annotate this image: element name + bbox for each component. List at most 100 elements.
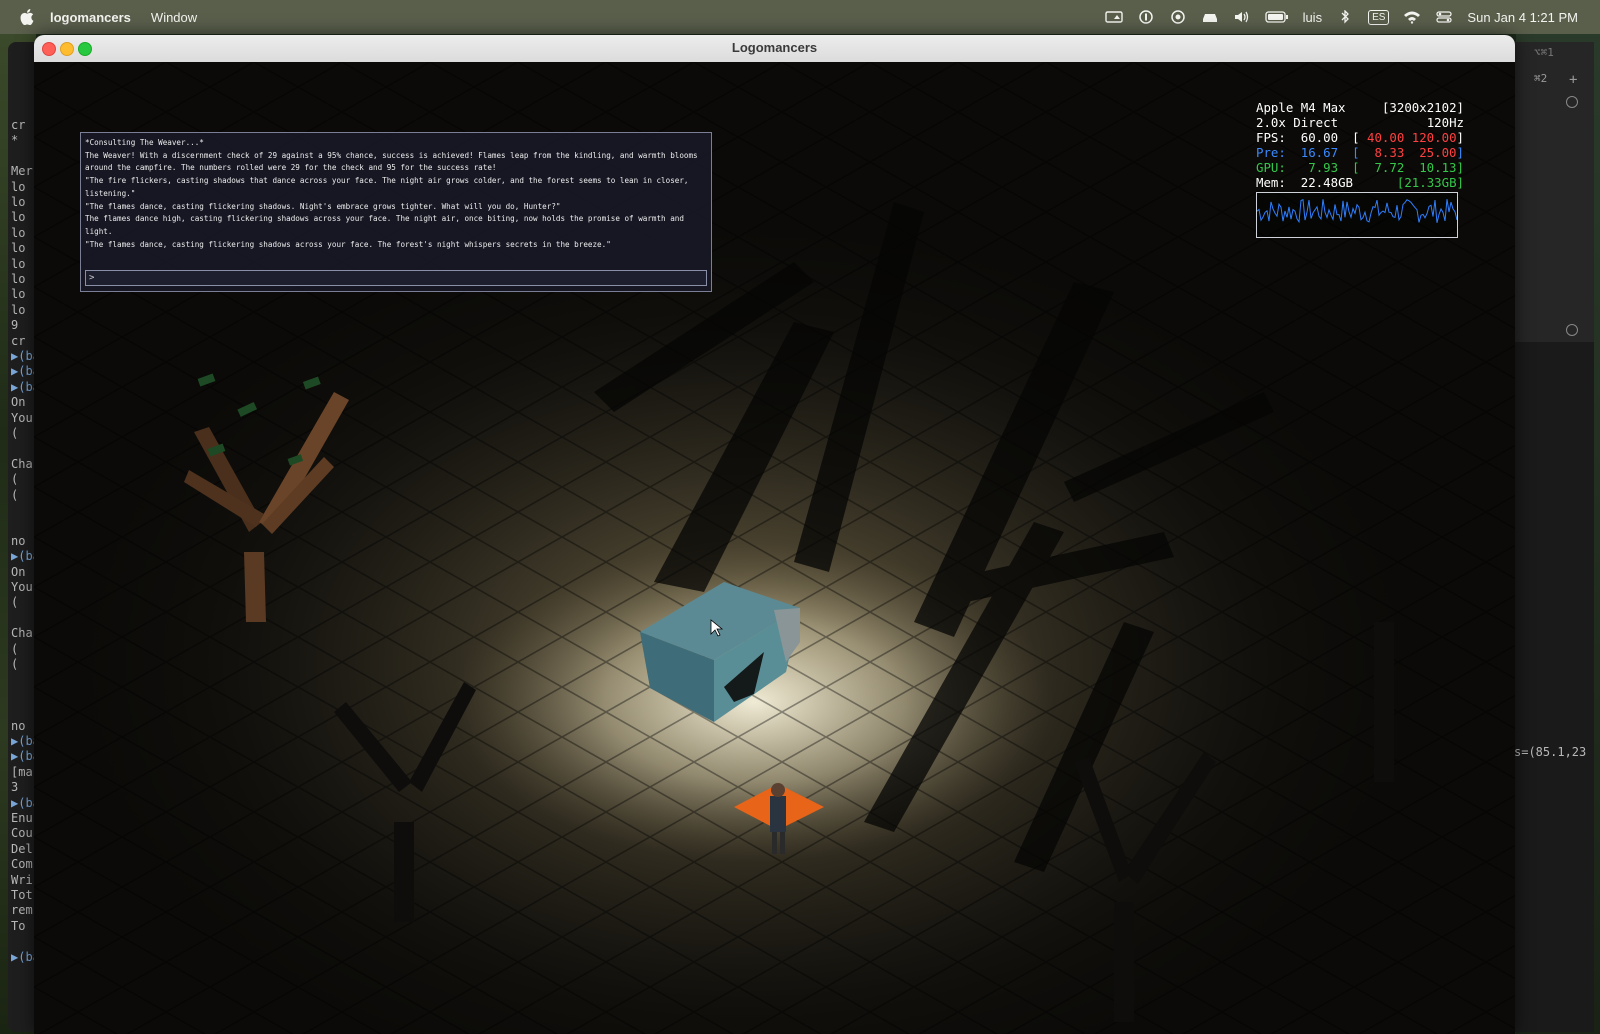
chat-message: "The flames dance, casting flickering sh… — [85, 201, 561, 211]
menu-bar: logomancers Window luis ES Sun Jan 4 1:2… — [0, 0, 1600, 34]
terminal-line: Enu — [11, 811, 33, 825]
menubar-clock[interactable]: Sun Jan 4 1:21 PM — [1467, 10, 1578, 25]
terminal-line: You — [11, 580, 33, 594]
background-terminal-right[interactable]: ⌥⌘1 ⌘2 + s=(85.1,23 — [1514, 42, 1594, 1032]
terminal-line: cr — [11, 118, 26, 132]
menu-extras: luis ES Sun Jan 4 1:21 PM — [1104, 9, 1578, 25]
pane-options-icon[interactable] — [1566, 96, 1578, 108]
terminal-line: lo — [11, 179, 26, 194]
terminal-line: On — [11, 564, 26, 579]
terminal-line: To — [11, 918, 26, 933]
wifi-icon[interactable] — [1403, 10, 1421, 24]
tab-shortcut-1[interactable]: ⌥⌘1 — [1534, 46, 1554, 59]
terminal-line: lo — [11, 210, 26, 225]
terminal-line: no — [11, 718, 26, 733]
terminal-coord-text: s=(85.1,23 — [1514, 745, 1587, 759]
window-titlebar[interactable]: Logomancers — [34, 35, 1515, 63]
perf-fps-label: FPS: — [1256, 130, 1286, 145]
perf-device-row: Apple M4 Max [3200x2102] — [1256, 100, 1464, 115]
frame-time-graph — [1256, 192, 1458, 238]
terminal-line: Cou — [11, 826, 33, 841]
terminal-line: ( — [11, 595, 19, 610]
terminal-line: ( — [11, 426, 19, 440]
control-center-icon[interactable] — [1435, 10, 1453, 24]
perf-mem-label: Mem: — [1256, 175, 1286, 190]
perf-pre-row: Pre: 16.67[ 8.33 25.00] — [1256, 145, 1464, 160]
perf-pre-min: 8.33 — [1374, 145, 1405, 160]
app-menu[interactable]: logomancers — [50, 10, 131, 25]
terminal-line: On — [11, 395, 26, 410]
chat-log-panel[interactable]: *Consulting The Weaver...* The Weaver! W… — [80, 132, 712, 292]
terminal-line: lo — [11, 272, 26, 286]
perf-gpu-max: 10.13 — [1419, 160, 1457, 175]
perf-scale-row: 2.0x Direct 120Hz — [1256, 115, 1464, 130]
bluetooth-icon[interactable] — [1336, 10, 1354, 24]
perf-gpu-min: 7.72 — [1374, 160, 1405, 175]
perf-resolution: [3200x2102] — [1381, 100, 1464, 115]
terminal-line: Mer — [11, 164, 33, 179]
perf-gpu-label: GPU: — [1256, 160, 1286, 175]
terminal-line: 9 — [11, 318, 19, 333]
screen-share-icon[interactable] — [1104, 10, 1123, 24]
terminal-line: ( — [11, 472, 19, 487]
chat-input[interactable]: > — [85, 270, 707, 286]
terminal-line: rem — [11, 903, 33, 918]
terminal-line: You — [11, 410, 33, 425]
perf-fps-row: FPS: 60.00[ 40.00 120.00] — [1256, 130, 1464, 145]
perf-fps-value: 60.00 — [1300, 130, 1339, 145]
vpn-icon[interactable] — [1169, 10, 1187, 24]
terminal-line: Tot — [11, 888, 33, 902]
perf-mem-value: 22.48GB — [1300, 175, 1353, 190]
game-viewport[interactable]: *Consulting The Weaver...* The Weaver! W… — [34, 62, 1515, 1034]
chat-message: "The fire flickers, casting shadows that… — [85, 176, 689, 198]
perf-pre-max: 25.00 — [1419, 145, 1457, 160]
input-language-badge[interactable]: ES — [1368, 9, 1390, 25]
chat-message: "The flames dance, casting flickering sh… — [85, 239, 611, 249]
perf-mem-total: [21.33GB] — [1396, 175, 1464, 190]
terminal-line: ( — [11, 657, 19, 671]
volume-icon[interactable] — [1233, 10, 1251, 24]
user-name[interactable]: luis — [1303, 10, 1323, 25]
perf-pre-value: 16.67 — [1300, 145, 1339, 160]
terminal-right-pane — [1514, 42, 1594, 342]
perf-gpu-row: GPU: 7.93[ 7.72 10.13] — [1256, 160, 1464, 175]
terminal-line: lo — [11, 256, 26, 271]
terminal-line: Wri — [11, 872, 33, 887]
terminal-line: 3 — [11, 780, 19, 795]
chat-message: *Consulting The Weaver...* — [85, 138, 204, 147]
terminal-line: * — [11, 133, 19, 148]
terminal-line: Del — [11, 841, 33, 856]
perf-pre-label: Pre: — [1256, 145, 1286, 160]
terminal-line: Cha — [11, 626, 33, 641]
terminal-line: ( — [11, 641, 19, 656]
tab-shortcut-2[interactable]: ⌘2 — [1534, 72, 1547, 85]
terminal-line: ( — [11, 487, 19, 502]
perf-gpu-value: 7.93 — [1308, 160, 1339, 175]
perf-mem-row: Mem: 22.48GB [21.33GB] — [1256, 175, 1464, 190]
perf-refresh: 120Hz — [1426, 115, 1464, 130]
performance-overlay: Apple M4 Max [3200x2102] 2.0x Direct 120Hz… — [1256, 100, 1464, 241]
pane-options-icon-2[interactable] — [1566, 324, 1578, 336]
perf-scale: 2.0x Direct — [1256, 115, 1339, 130]
perf-device: Apple M4 Max — [1256, 100, 1346, 115]
perf-fps-min: 40.00 — [1366, 130, 1405, 145]
terminal-line: cr — [11, 333, 26, 348]
window-title: Logomancers — [731, 40, 818, 55]
chat-message: The Weaver! With a discernment check of … — [85, 150, 698, 173]
apple-icon[interactable] — [20, 9, 34, 25]
terminal-line: no — [11, 533, 26, 548]
terminal-line: Cha — [11, 456, 33, 471]
game-window: Logomancers *Consulting The Weaver...* T… — [34, 35, 1515, 1034]
battery-icon[interactable] — [1264, 10, 1289, 24]
terminal-line: [ma — [11, 764, 33, 779]
chat-message: The flames dance high, casting flickerin… — [85, 214, 684, 236]
terminal-line: lo — [11, 287, 26, 302]
car-icon[interactable] — [1201, 10, 1219, 24]
new-tab-icon[interactable]: + — [1569, 72, 1577, 88]
password-manager-icon[interactable] — [1137, 10, 1155, 24]
perf-fps-max: 120.00 — [1411, 130, 1457, 145]
menu-window[interactable]: Window — [151, 10, 197, 25]
terminal-line: lo — [11, 195, 26, 209]
terminal-line: Com — [11, 857, 33, 872]
terminal-line: lo — [11, 225, 26, 240]
